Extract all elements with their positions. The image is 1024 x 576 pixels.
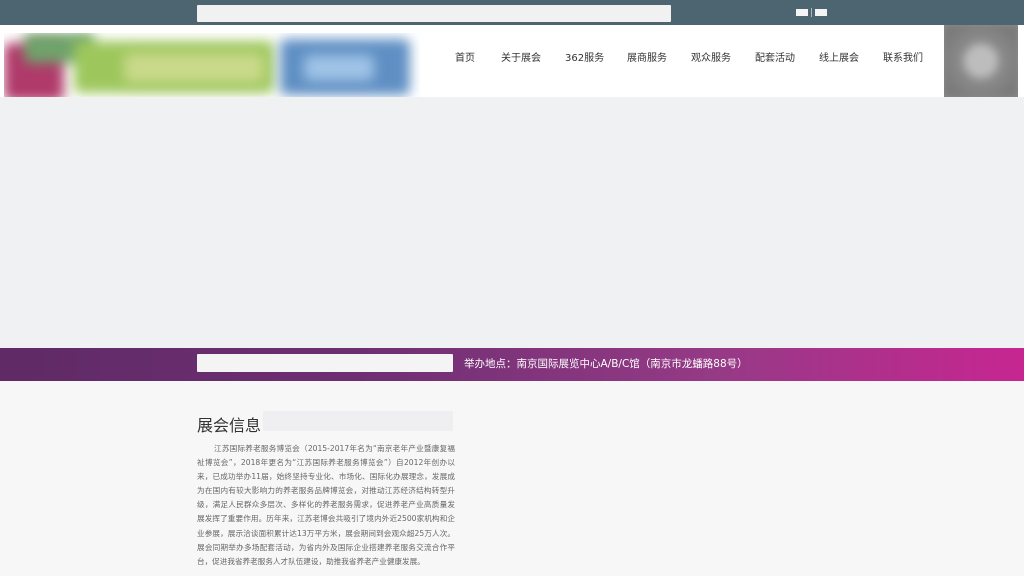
language-button-2[interactable] (815, 9, 827, 16)
venue-text: 举办地点：南京国际展览中心A/B/C馆（南京市龙蟠路88号） (464, 358, 748, 370)
nav-exhibitor-service[interactable]: 展商服务 (627, 49, 667, 64)
nav-visitor-service[interactable]: 观众服务 (691, 49, 731, 64)
date-placeholder (197, 354, 453, 372)
section-header: 展会信息 (197, 411, 453, 435)
site-logo[interactable] (4, 33, 420, 97)
qr-code-image (944, 25, 1018, 97)
nav-home[interactable]: 首页 (455, 49, 475, 64)
language-button-1[interactable] (796, 9, 808, 16)
site-header: 首页 关于展会 362服务 展商服务 观众服务 配套活动 线上展会 联系我们 (0, 25, 1024, 97)
about-paragraph: 江苏国际养老服务博览会（2015-2017年名为“南京老年产业暨康复福祉博览会”… (197, 444, 455, 566)
nav-events[interactable]: 配套活动 (755, 49, 795, 64)
venue-bar: 举办地点：南京国际展览中心A/B/C馆（南京市龙蟠路88号） (0, 348, 1024, 381)
top-bar (0, 0, 1024, 25)
language-divider (811, 8, 812, 17)
nav-about[interactable]: 关于展会 (501, 49, 541, 64)
hero-banner (0, 97, 1024, 348)
nav-online-expo[interactable]: 线上展会 (819, 49, 859, 64)
main-content: 展会信息 江苏国际养老服务博览会（2015-2017年名为“南京老年产业暨康复福… (0, 381, 1024, 576)
nav-362-service[interactable]: 362服务 (565, 49, 604, 64)
section-title: 展会信息 (197, 416, 262, 435)
search-input[interactable] (197, 5, 671, 22)
nav-contact[interactable]: 联系我们 (883, 49, 923, 64)
